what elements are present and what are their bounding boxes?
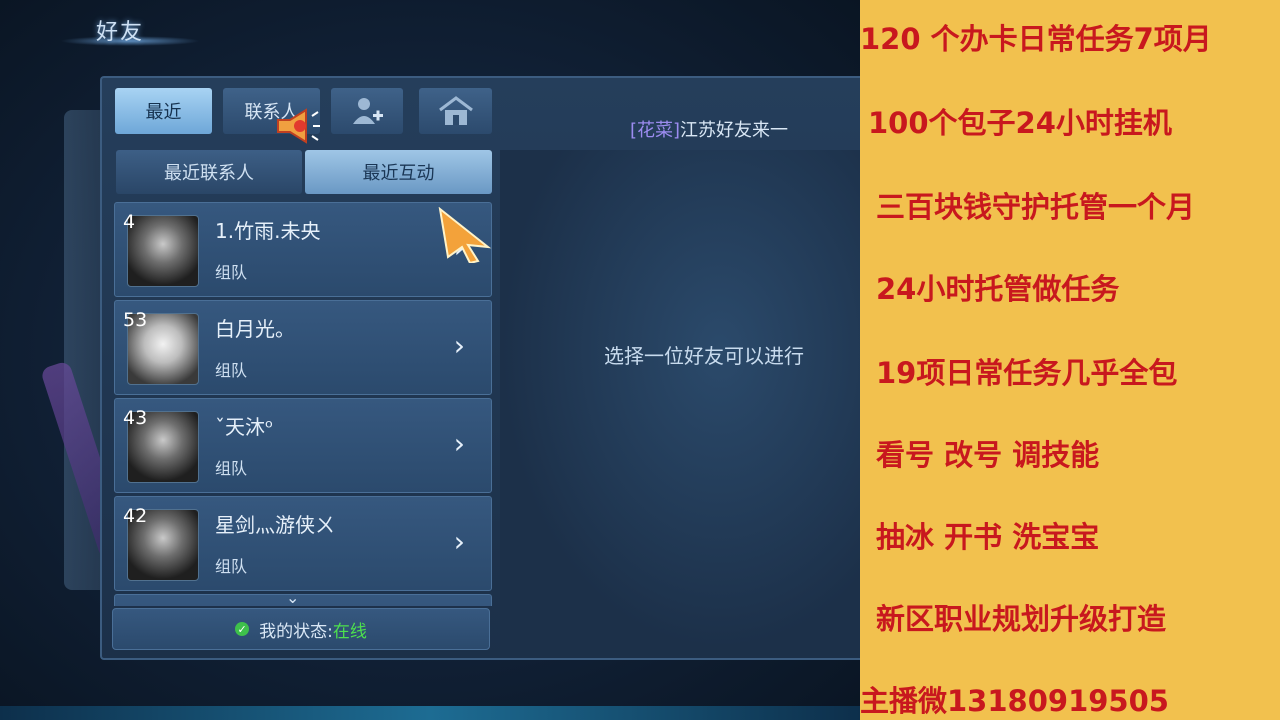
my-status-bar[interactable]: ✓ 我的状态: 在线 [112,608,490,650]
cursor-arrow-icon [438,207,492,263]
chevron-right-icon[interactable]: › [454,525,465,558]
select-friend-hint: 选择一位好友可以进行 [604,344,804,368]
check-icon: ✓ [235,622,250,636]
ad-line: 120 个办卡日常任务7项月 [860,22,1212,56]
megaphone-icon[interactable] [272,104,322,148]
add-friend-icon [353,98,383,124]
tab-home[interactable] [419,88,492,134]
home-icon [438,96,473,125]
ad-line: 看号 改号 调技能 [876,438,1100,472]
friend-name: ˇ天沐ᵒ [215,415,274,439]
avatar [127,215,199,287]
ad-line: 19项日常任务几乎全包 [876,356,1178,390]
chevron-right-icon[interactable]: › [454,329,465,362]
friend-row[interactable]: 42 星剑灬游侠ㄨ 组队 › [114,496,492,591]
ad-line: 100个包子24小时挂机 [868,106,1172,140]
scroll-down-icon[interactable]: ⌄ [286,588,299,607]
friend-status: 组队 [215,361,248,380]
ad-line: 新区职业规划升级打造 [876,602,1167,636]
tab-add-friend[interactable] [331,88,403,134]
ad-line: 24小时托管做任务 [876,272,1120,306]
game-window: 好友 最近 联系人 [花菜]江苏好友来一 最近联系人 最近互动 4 1.竹雨.未… [0,0,860,720]
friend-status: 组队 [215,557,248,576]
subtab-recent-contacts[interactable]: 最近联系人 [116,150,302,194]
window-title: 好友 [96,20,145,45]
ad-line: 主播微13180919505 [860,684,1169,718]
bottom-strip [0,706,860,720]
tab-recent[interactable]: 最近 [115,88,212,134]
friend-row[interactable]: 4 1.竹雨.未央 组队 › [114,202,492,297]
marquee-tag: [花菜] [630,120,681,141]
friend-level: 4 [123,211,136,233]
friend-name: 星剑灬游侠ㄨ [215,513,335,537]
friend-level: 42 [123,505,148,527]
friend-detail-area [500,150,860,650]
my-status-label: 我的状态: [259,621,333,642]
marquee-text: 江苏好友来一 [680,120,789,141]
ad-overlay: 120 个办卡日常任务7项月 100个包子24小时挂机 三百块钱守护托管一个月 … [860,0,1280,720]
friend-row[interactable]: 53 白月光。 组队 › [114,300,492,395]
my-status-value: 在线 [332,621,367,642]
friend-list[interactable]: 4 1.竹雨.未央 组队 › 53 白月光。 组队 › 43 ˇ天沐ᵒ 组队 ›… [114,202,492,606]
friend-row[interactable] [114,594,492,606]
friend-status: 组队 [215,263,248,282]
friend-level: 43 [123,407,148,429]
ad-line: 三百块钱守护托管一个月 [876,190,1196,224]
friend-level: 53 [123,309,148,331]
chevron-right-icon[interactable]: › [454,427,465,460]
friend-name: 1.竹雨.未央 [215,219,321,243]
ad-line: 抽冰 开书 洗宝宝 [876,520,1100,554]
friend-status: 组队 [215,459,248,478]
friend-name: 白月光。 [215,317,295,341]
broadcast-marquee: [花菜]江苏好友来一 [630,116,788,142]
subtab-recent-interactions[interactable]: 最近互动 [305,150,492,194]
friend-row[interactable]: 43 ˇ天沐ᵒ 组队 › [114,398,492,493]
